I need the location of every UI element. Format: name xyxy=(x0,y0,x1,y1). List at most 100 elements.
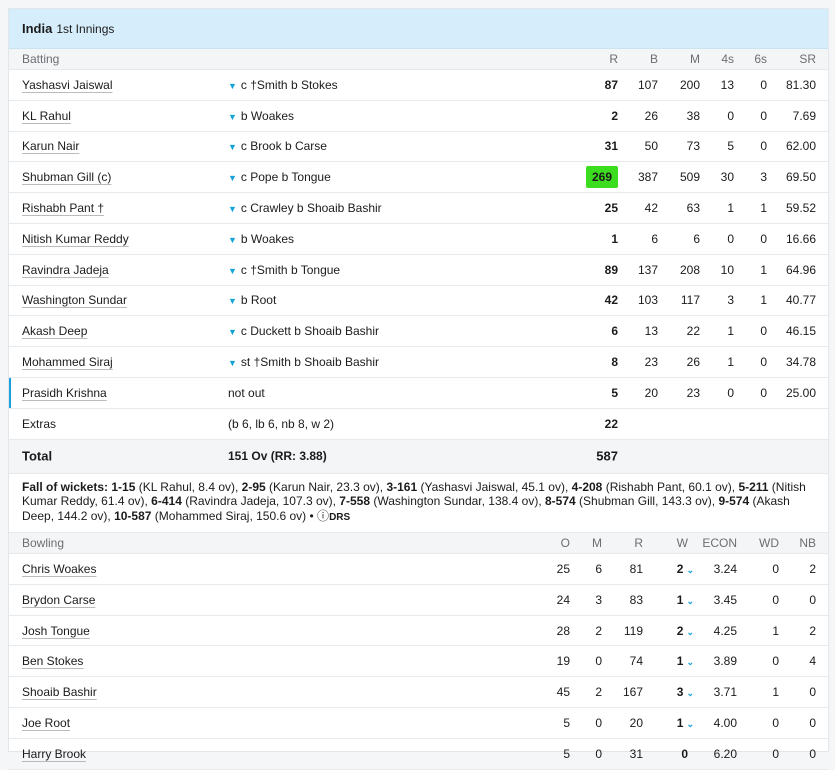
batting-row: Prasidh Krishna not out 5 20 23 0 0 25.00 xyxy=(9,377,828,409)
batting-row: Washington Sundar ▼ b Root 42 103 117 3 1 40.77 xyxy=(9,286,828,317)
extras-value: 22 xyxy=(604,416,618,431)
bowling-header-row: Bowling O M R W ECON WD NB xyxy=(9,533,828,555)
wickets-value: 1 xyxy=(676,654,684,669)
bowler-name[interactable]: Joe Root xyxy=(22,716,70,730)
no-balls: 2 xyxy=(809,561,816,576)
chevron-down-icon[interactable]: ▼ xyxy=(228,81,237,91)
batter-name[interactable]: Washington Sundar xyxy=(22,293,127,307)
batter-name[interactable]: Ravindra Jadeja xyxy=(22,263,109,277)
overs: 25 xyxy=(556,561,570,576)
batter-name[interactable]: Akash Deep xyxy=(22,324,87,338)
dismissal[interactable]: ▼ b Woakes xyxy=(228,109,294,123)
chevron-down-icon[interactable]: ⌄ xyxy=(686,627,694,637)
bowler-name[interactable]: Chris Woakes xyxy=(22,562,96,576)
chevron-down-icon[interactable]: ⌄ xyxy=(686,565,694,575)
wickets[interactable]: 1 ⌄ xyxy=(677,654,694,668)
total-value: 587 xyxy=(596,448,618,464)
wickets[interactable]: 1 ⌄ xyxy=(677,593,694,607)
economy: 4.25 xyxy=(713,623,737,638)
sixes: 0 xyxy=(760,385,767,400)
balls: 6 xyxy=(651,231,658,246)
chevron-down-icon[interactable]: ⌄ xyxy=(686,688,694,698)
dismissal[interactable]: ▼ c †Smith b Tongue xyxy=(228,263,340,277)
chevron-down-icon[interactable]: ▼ xyxy=(228,112,237,122)
bowler-name[interactable]: Harry Brook xyxy=(22,747,86,761)
fow-score: 8-574 xyxy=(545,494,576,509)
chevron-down-icon[interactable]: ⌄ xyxy=(686,657,694,667)
wickets[interactable]: 1 ⌄ xyxy=(677,716,694,730)
fours: 13 xyxy=(720,77,734,92)
bowler-name[interactable]: Josh Tongue xyxy=(22,624,90,638)
runs-conceded: 83 xyxy=(629,592,643,607)
strike-rate: 25.00 xyxy=(785,385,816,400)
runs-conceded: 31 xyxy=(629,746,643,761)
maidens: 2 xyxy=(595,685,602,700)
bowler-name[interactable]: Ben Stokes xyxy=(22,654,83,668)
dismissal[interactable]: ▼ c †Smith b Stokes xyxy=(228,78,338,92)
economy: 3.45 xyxy=(713,592,737,607)
dismissal-text: b Root xyxy=(240,293,277,308)
bowler-name[interactable]: Brydon Carse xyxy=(22,593,95,607)
chevron-down-icon[interactable]: ⌄ xyxy=(686,719,694,729)
economy: 6.20 xyxy=(713,746,737,761)
sixes: 0 xyxy=(760,77,767,92)
header-nb: NB xyxy=(799,536,816,551)
minutes: 73 xyxy=(686,139,700,154)
strike-rate: 59.52 xyxy=(785,201,816,216)
bowler-name[interactable]: Shoaib Bashir xyxy=(22,685,97,699)
dismissal[interactable]: ▼ c Crawley b Shoaib Bashir xyxy=(228,201,382,215)
innings-header: India 1st Innings xyxy=(9,9,828,49)
wickets[interactable]: 2 ⌄ xyxy=(677,562,694,576)
batter-name[interactable]: Prasidh Krishna xyxy=(22,386,107,400)
chevron-down-icon[interactable]: ▼ xyxy=(228,296,237,306)
wides: 0 xyxy=(772,561,779,576)
drs-icon[interactable]: ⓘ xyxy=(317,509,329,523)
no-balls: 4 xyxy=(809,654,816,669)
chevron-down-icon[interactable]: ▼ xyxy=(228,358,237,368)
maidens: 3 xyxy=(595,592,602,607)
fow-score: 2-95 xyxy=(241,479,266,494)
strike-rate: 46.15 xyxy=(785,324,816,339)
dismissal[interactable]: ▼ c Pope b Tongue xyxy=(228,170,331,184)
total-detail: 151 Ov (RR: 3.88) xyxy=(228,449,327,464)
strike-rate: 34.78 xyxy=(785,355,816,370)
dismissal[interactable]: ▼ c Duckett b Shoaib Bashir xyxy=(228,324,379,338)
wickets[interactable]: 2 ⌄ xyxy=(677,624,694,638)
batter-name[interactable]: Mohammed Siraj xyxy=(22,355,113,369)
header-sr: SR xyxy=(799,52,816,66)
batter-name[interactable]: Yashasvi Jaiswal xyxy=(22,78,112,92)
wickets: 0 xyxy=(681,747,688,761)
fow-score: 5-211 xyxy=(738,479,769,494)
dismissal-text: not out xyxy=(228,385,265,400)
total-label: Total xyxy=(22,448,53,464)
bowling-row: Josh Tongue 28 2 119 2 ⌄ 4.25 1 2 xyxy=(9,616,828,647)
wickets-value: 2 xyxy=(676,561,684,576)
chevron-down-icon[interactable]: ▼ xyxy=(228,204,237,214)
chevron-down-icon[interactable]: ▼ xyxy=(228,266,237,276)
runs: 87 xyxy=(604,77,618,92)
batter-name[interactable]: KL Rahul xyxy=(22,109,71,123)
dismissal-text: b Woakes xyxy=(240,108,295,123)
runs: 25 xyxy=(604,201,618,216)
dismissal[interactable]: ▼ b Root xyxy=(228,293,276,307)
dismissal[interactable]: ▼ st †Smith b Shoaib Bashir xyxy=(228,355,379,369)
balls: 50 xyxy=(644,139,658,154)
balls: 26 xyxy=(644,108,658,123)
chevron-down-icon[interactable]: ▼ xyxy=(228,142,237,152)
dismissal[interactable]: ▼ b Woakes xyxy=(228,232,294,246)
dismissal[interactable]: ▼ c Brook b Carse xyxy=(228,139,327,153)
minutes: 26 xyxy=(686,355,700,370)
sixes: 0 xyxy=(760,139,767,154)
wickets[interactable]: 3 ⌄ xyxy=(677,685,694,699)
batter-name[interactable]: Rishabh Pant † xyxy=(22,201,104,215)
chevron-down-icon[interactable]: ⌄ xyxy=(686,596,694,606)
chevron-down-icon[interactable]: ▼ xyxy=(228,235,237,245)
batter-name[interactable]: Karun Nair xyxy=(22,139,79,153)
batter-name[interactable]: Nitish Kumar Reddy xyxy=(22,232,129,246)
drs-link[interactable]: DRS xyxy=(329,512,350,523)
fours: 1 xyxy=(727,324,734,339)
batter-name[interactable]: Shubman Gill (c) xyxy=(22,170,111,184)
fow-score: 4-208 xyxy=(571,479,603,494)
chevron-down-icon[interactable]: ▼ xyxy=(228,173,237,183)
chevron-down-icon[interactable]: ▼ xyxy=(228,327,237,337)
